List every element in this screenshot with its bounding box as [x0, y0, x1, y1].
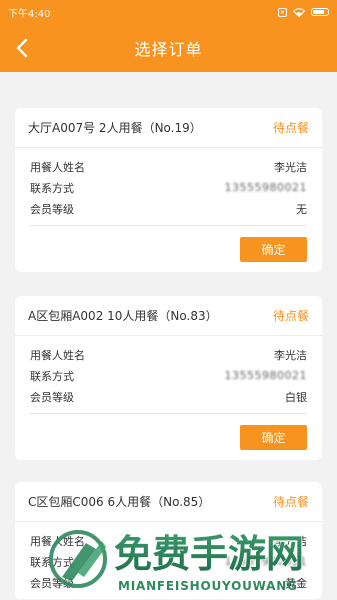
detail-value: 白银 — [285, 390, 307, 404]
order-card[interactable]: A区包厢A002 10人用餐（No.83） 待点餐 用餐人姓名 李光洁 联系方式… — [15, 296, 322, 460]
detail-value: 李光洁 — [274, 160, 307, 174]
back-arrow-icon[interactable] — [12, 36, 34, 60]
order-details: 用餐人姓名 李光洁 联系方式 13555980021 会员等级 白银 — [15, 336, 322, 413]
detail-row-contact: 联系方式 13555980021 — [15, 551, 322, 572]
detail-label: 用餐人姓名 — [30, 534, 85, 548]
order-card[interactable]: 大厅A007号 2人用餐（No.19） 待点餐 用餐人姓名 李光洁 联系方式 1… — [15, 108, 322, 272]
confirm-button[interactable]: 确定 — [240, 425, 307, 450]
order-card-header: C区包厢C006 6人用餐（No.85） 待点餐 — [15, 482, 322, 522]
notification-icon: × — [278, 7, 287, 17]
detail-row-member-level: 会员等级 白银 — [15, 386, 322, 407]
detail-row-member-level: 会员等级 黄金 — [15, 572, 322, 593]
detail-label: 会员等级 — [30, 202, 74, 216]
detail-value: 13555980021 — [224, 369, 307, 382]
order-list: 大厅A007号 2人用餐（No.19） 待点餐 用餐人姓名 李光洁 联系方式 1… — [0, 72, 337, 600]
order-status: 待点餐 — [272, 121, 309, 135]
detail-value: 黄金 — [285, 576, 307, 590]
detail-label: 联系方式 — [30, 181, 74, 195]
detail-label: 联系方式 — [30, 555, 74, 569]
detail-label: 联系方式 — [30, 369, 74, 383]
confirm-button[interactable]: 确定 — [240, 237, 307, 262]
order-card[interactable]: C区包厢C006 6人用餐（No.85） 待点餐 用餐人姓名 李光洁 联系方式 … — [15, 482, 322, 599]
order-card-header: 大厅A007号 2人用餐（No.19） 待点餐 — [15, 108, 322, 148]
detail-label: 会员等级 — [30, 390, 74, 404]
detail-row-member-level: 会员等级 无 — [15, 198, 322, 219]
status-icons: × — [278, 7, 329, 17]
detail-value: 李光洁 — [274, 534, 307, 548]
nav-bar: 选择订单 — [0, 24, 337, 72]
detail-label: 用餐人姓名 — [30, 160, 85, 174]
detail-value: 13555980021 — [224, 555, 307, 568]
detail-row-name: 用餐人姓名 李光洁 — [15, 344, 322, 365]
order-status: 待点餐 — [272, 309, 309, 323]
detail-row-contact: 联系方式 13555980021 — [15, 177, 322, 198]
order-title: C区包厢C006 6人用餐（No.85） — [28, 495, 211, 509]
detail-row-name: 用餐人姓名 李光洁 — [15, 530, 322, 551]
detail-row-name: 用餐人姓名 李光洁 — [15, 156, 322, 177]
status-time: 下午4:40 — [8, 8, 51, 20]
order-details: 用餐人姓名 李光洁 联系方式 13555980021 会员等级 黄金 — [15, 522, 322, 599]
button-row: 确定 — [15, 226, 322, 272]
order-details: 用餐人姓名 李光洁 联系方式 13555980021 会员等级 无 — [15, 148, 322, 225]
detail-row-contact: 联系方式 13555980021 — [15, 365, 322, 386]
detail-value: 李光洁 — [274, 348, 307, 362]
detail-label: 用餐人姓名 — [30, 348, 85, 362]
battery-icon — [311, 8, 329, 16]
order-card-header: A区包厢A002 10人用餐（No.83） 待点餐 — [15, 296, 322, 336]
wifi-icon — [293, 7, 305, 17]
order-title: 大厅A007号 2人用餐（No.19） — [28, 121, 202, 135]
button-row: 确定 — [15, 414, 322, 460]
order-status: 待点餐 — [272, 495, 309, 509]
order-title: A区包厢A002 10人用餐（No.83） — [28, 309, 218, 323]
status-bar: 下午4:40 × — [0, 0, 337, 24]
detail-label: 会员等级 — [30, 576, 74, 590]
detail-value: 13555980021 — [224, 181, 307, 194]
detail-value: 无 — [296, 202, 307, 216]
page-title: 选择订单 — [134, 40, 203, 59]
